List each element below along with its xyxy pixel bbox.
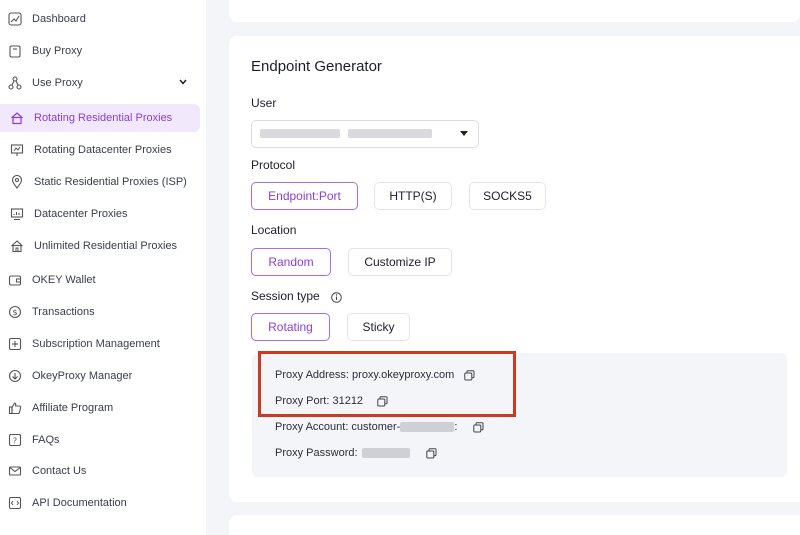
sidebar-item-buy-proxy[interactable]: Buy Proxy	[0, 37, 198, 65]
plus-square-icon	[8, 337, 22, 351]
redacted-password	[361, 448, 410, 458]
session-type-label: Session type	[251, 289, 320, 303]
sidebar-item-label: Dashboard	[32, 13, 86, 25]
sidebar-item-label: Buy Proxy	[32, 45, 83, 57]
bottom-panel	[229, 515, 800, 535]
sidebar-item-label: FAQs	[32, 434, 60, 446]
sidebar-item-label: Rotating Datacenter Proxies	[34, 144, 172, 156]
endpoint-generator-panel: Endpoint Generator User Protocol Endpoin…	[229, 36, 800, 502]
monitor-icon	[10, 207, 24, 221]
redacted-user	[260, 129, 340, 138]
sidebar-item-label: Datacenter Proxies	[34, 208, 128, 220]
sidebar-item-rotating-residential[interactable]: Rotating Residential Proxies	[0, 104, 200, 132]
sidebar-item-label: API Documentation	[32, 497, 127, 509]
wallet-icon	[8, 273, 22, 287]
sidebar-item-label: Subscription Management	[32, 338, 160, 350]
sidebar-item-label: Contact Us	[32, 465, 87, 477]
sidebar-item-datacenter[interactable]: Datacenter Proxies	[0, 200, 200, 228]
protocol-label: Protocol	[251, 158, 296, 172]
location-customize-ip-button[interactable]: Customize IP	[348, 248, 452, 276]
sidebar-item-rotating-datacenter[interactable]: Rotating Datacenter Proxies	[0, 136, 200, 164]
session-sticky-button[interactable]: Sticky	[347, 313, 410, 341]
sidebar-item-api-docs[interactable]: API Documentation	[0, 489, 198, 517]
sidebar-item-use-proxy[interactable]: Use Proxy	[0, 69, 198, 97]
download-circle-icon	[8, 369, 22, 383]
redacted-user	[348, 129, 432, 138]
question-icon: ?	[8, 433, 22, 447]
sidebar-item-label: OkeyProxy Manager	[32, 370, 133, 382]
proxy-password-row: Proxy Password:	[275, 447, 437, 459]
chart-icon	[8, 12, 22, 26]
sidebar-item-dashboard[interactable]: Dashboard	[0, 5, 198, 33]
info-icon[interactable]	[331, 292, 342, 303]
protocol-https-button[interactable]: HTTP(S)	[374, 182, 452, 210]
user-select[interactable]	[251, 120, 479, 148]
chevron-down-icon[interactable]	[178, 77, 188, 87]
home-icon	[10, 111, 24, 125]
proxy-account-row: Proxy Account: customer- :	[275, 421, 484, 433]
redacted-account	[400, 422, 455, 432]
thumbs-up-icon	[8, 401, 22, 415]
svg-text:?: ?	[13, 437, 17, 446]
sidebar-item-faqs[interactable]: ? FAQs	[0, 426, 198, 454]
sidebar-item-label: Affiliate Program	[32, 402, 114, 414]
sidebar-item-affiliate[interactable]: Affiliate Program	[0, 394, 198, 422]
sidebar-item-label: Rotating Residential Proxies	[34, 112, 173, 124]
protocol-socks5-button[interactable]: SOCKS5	[469, 182, 546, 210]
sidebar-item-label: OKEY Wallet	[32, 274, 96, 286]
location-label: Location	[251, 223, 297, 237]
session-rotating-button[interactable]: Rotating	[251, 313, 330, 341]
sidebar-item-unlimited-residential[interactable]: Unlimited Residential Proxies	[0, 232, 200, 260]
proxy-account-suffix: :	[454, 421, 458, 433]
sidebar-item-label: Use Proxy	[32, 77, 83, 89]
copy-icon[interactable]	[473, 421, 484, 433]
sidebar: Dashboard Buy Proxy Use Proxy Rotating R…	[0, 0, 206, 535]
sidebar-item-okey-wallet[interactable]: OKEY Wallet	[0, 266, 198, 294]
code-icon	[8, 496, 22, 510]
highlight-box	[258, 351, 516, 417]
caret-down-icon	[460, 131, 468, 136]
location-pin-icon	[10, 175, 24, 189]
svg-text:$: $	[12, 308, 17, 317]
bag-icon	[8, 44, 22, 58]
sidebar-item-contact[interactable]: Contact Us	[0, 457, 198, 485]
user-label: User	[251, 96, 277, 110]
house-icon	[10, 239, 24, 253]
page-title: Endpoint Generator	[251, 58, 382, 75]
sidebar-item-static-residential[interactable]: Static Residential Proxies (ISP)	[0, 168, 200, 196]
sidebar-item-subscription[interactable]: Subscription Management	[0, 330, 198, 358]
location-random-button[interactable]: Random	[251, 248, 331, 276]
copy-icon[interactable]	[425, 447, 437, 459]
top-panel	[229, 0, 800, 22]
protocol-endpoint-port-button[interactable]: Endpoint:Port	[251, 182, 358, 210]
sidebar-item-okeyproxy-manager[interactable]: OkeyProxy Manager	[0, 362, 198, 390]
sidebar-item-transactions[interactable]: $ Transactions	[0, 298, 198, 326]
proxy-account-text: Proxy Account: customer-	[275, 421, 401, 433]
sidebar-item-label: Unlimited Residential Proxies	[34, 240, 178, 252]
sidebar-item-label: Transactions	[32, 306, 95, 318]
proxy-password-text: Proxy Password:	[275, 447, 358, 459]
sidebar-item-label: Static Residential Proxies (ISP)	[34, 176, 187, 188]
presentation-icon	[10, 143, 24, 157]
dollar-circle-icon: $	[8, 305, 22, 319]
mail-icon	[8, 464, 22, 478]
network-icon	[8, 76, 22, 90]
